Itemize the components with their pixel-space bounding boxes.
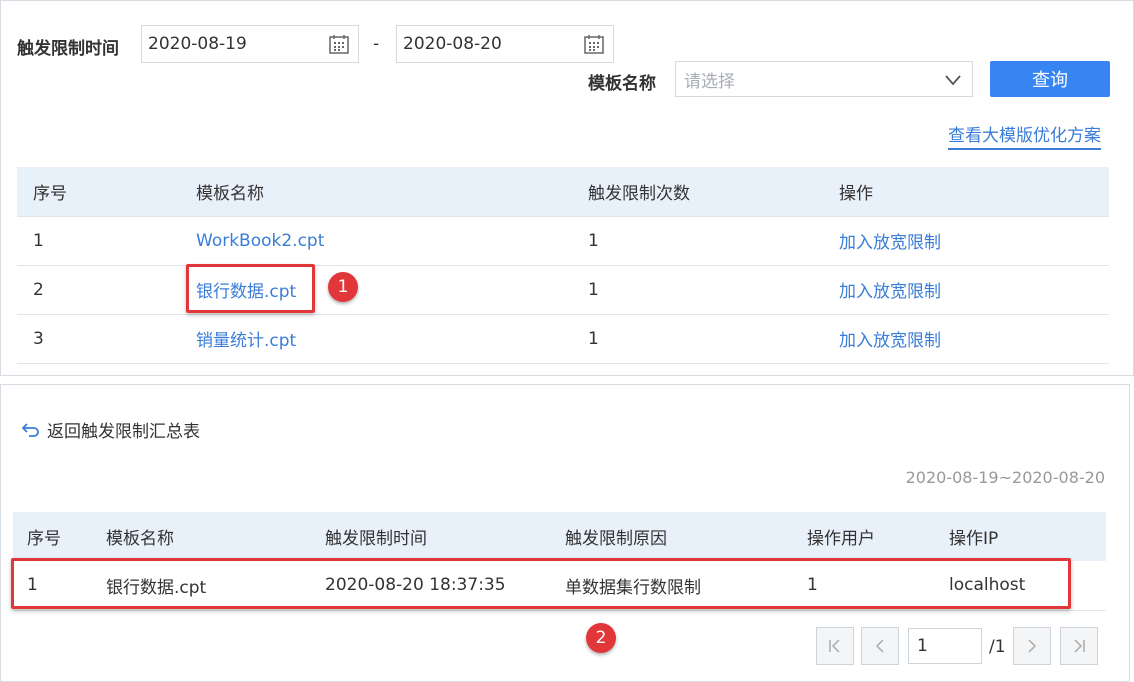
- col-header-time: 触发限制时间: [325, 529, 427, 549]
- total-pages-text: /1: [989, 637, 1006, 657]
- trigger-time-label: 触发限制时间: [17, 39, 119, 59]
- first-page-button[interactable]: [816, 627, 854, 665]
- template-select-placeholder: 请选择: [684, 71, 735, 92]
- back-arrow-icon: [21, 422, 39, 437]
- prev-page-button[interactable]: [861, 627, 899, 665]
- row-index: 2: [17, 265, 180, 315]
- col-header-index: 序号: [27, 529, 61, 549]
- last-page-icon: [1074, 639, 1085, 653]
- col-header-index: 序号: [17, 167, 180, 217]
- highlight-box-detail-row: [11, 558, 1071, 609]
- col-header-action: 操作: [823, 167, 1109, 217]
- chevron-right-icon: [1028, 639, 1037, 653]
- highlight-box-template: [186, 264, 315, 313]
- row-index: 3: [17, 314, 180, 364]
- col-header-ip: 操作IP: [949, 529, 999, 549]
- col-header-template: 模板名称: [180, 167, 572, 217]
- date-range-text: 2020-08-19~2020-08-20: [905, 468, 1105, 487]
- template-name-label: 模板名称: [588, 74, 656, 94]
- optimize-scheme-link[interactable]: 查看大模版优化方案: [948, 121, 1101, 150]
- start-date-value: 2020-08-19: [148, 34, 247, 54]
- end-date-field[interactable]: 2020-08-20: [396, 25, 614, 63]
- relax-limit-link[interactable]: 加入放宽限制: [839, 282, 941, 302]
- template-select[interactable]: 请选择: [675, 61, 973, 97]
- row-count: 1: [572, 216, 823, 266]
- table-header-row: 序号 模板名称 触发限制时间 触发限制原因 操作用户 操作IP: [13, 512, 1106, 561]
- annotation-badge-1: 1: [328, 272, 358, 302]
- summary-panel: 触发限制时间 2020-08-19 - 2020-08-20 模板名称 请选择: [0, 0, 1134, 376]
- table-row: 2 银行数据.cpt 1 加入放宽限制: [17, 265, 1109, 315]
- template-link[interactable]: WorkBook2.cpt: [196, 231, 324, 251]
- annotation-badge-2: 2: [586, 623, 616, 653]
- calendar-icon[interactable]: [583, 33, 605, 55]
- last-page-button[interactable]: [1060, 627, 1098, 665]
- query-button[interactable]: 查询: [990, 61, 1110, 97]
- relax-limit-link[interactable]: 加入放宽限制: [839, 233, 941, 253]
- back-link[interactable]: 返回触发限制汇总表: [21, 417, 200, 442]
- row-count: 1: [572, 314, 823, 364]
- col-header-user: 操作用户: [807, 529, 875, 549]
- summary-table: 序号 模板名称 触发限制次数 操作 1 WorkBook2.cpt 1 加入放宽…: [17, 167, 1109, 364]
- table-header-row: 序号 模板名称 触发限制次数 操作: [17, 167, 1109, 217]
- table-row: 3 销量统计.cpt 1 加入放宽限制: [17, 314, 1109, 364]
- end-date-value: 2020-08-20: [403, 34, 502, 54]
- first-page-icon: [829, 639, 840, 653]
- start-date-field[interactable]: 2020-08-19: [141, 25, 359, 63]
- row-index: 1: [17, 216, 180, 266]
- next-page-button[interactable]: [1013, 627, 1051, 665]
- date-separator: -: [373, 34, 380, 54]
- page-number-input[interactable]: 1: [908, 628, 982, 664]
- col-header-template: 模板名称: [106, 529, 174, 549]
- calendar-icon[interactable]: [328, 33, 350, 55]
- detail-panel: 返回触发限制汇总表 2020-08-19~2020-08-20 序号 模板名称 …: [0, 384, 1130, 682]
- col-header-count: 触发限制次数: [572, 167, 823, 217]
- col-header-reason: 触发限制原因: [565, 529, 667, 549]
- chevron-down-icon: [945, 75, 961, 86]
- relax-limit-link[interactable]: 加入放宽限制: [839, 331, 941, 351]
- back-link-label: 返回触发限制汇总表: [47, 422, 200, 442]
- template-link[interactable]: 销量统计.cpt: [196, 331, 296, 351]
- chevron-left-icon: [875, 639, 884, 653]
- row-count: 1: [572, 265, 823, 315]
- table-row: 1 WorkBook2.cpt 1 加入放宽限制: [17, 216, 1109, 266]
